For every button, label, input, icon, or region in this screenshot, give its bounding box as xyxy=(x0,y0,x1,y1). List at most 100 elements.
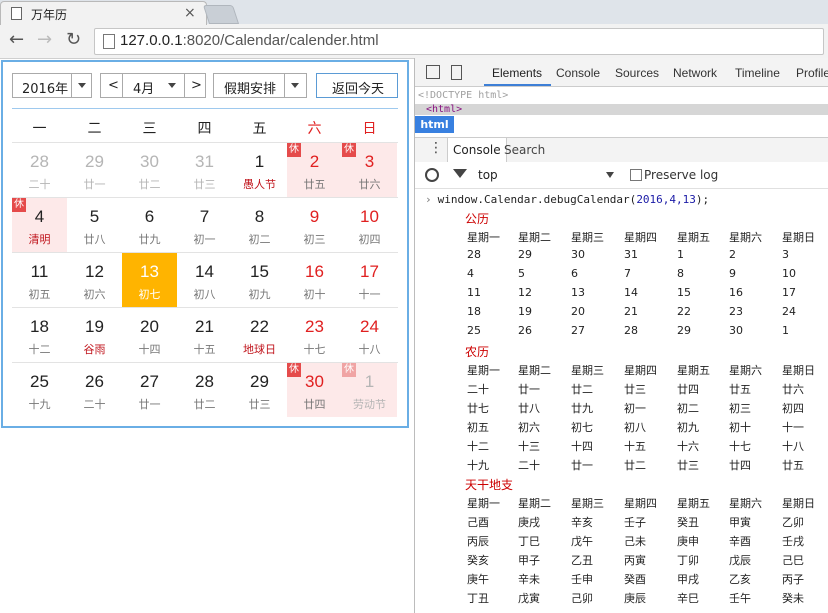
filter-icon[interactable] xyxy=(453,169,467,178)
tab-network[interactable]: Network xyxy=(673,66,717,80)
console-table-cell: 十七 xyxy=(729,440,751,453)
calendar-day-cell[interactable]: 17 十一 xyxy=(342,253,397,307)
tab-console[interactable]: Console xyxy=(556,66,600,80)
console-table-cell: 星期一 xyxy=(467,231,500,244)
inspect-element-icon[interactable] xyxy=(426,65,440,79)
day-number: 31 xyxy=(195,152,214,171)
calendar-day-cell[interactable]: 6 廿九 xyxy=(122,198,177,252)
calendar-day-cell[interactable]: 18 十二 xyxy=(12,308,67,362)
calendar-day-cell[interactable]: 22 地球日 xyxy=(232,308,287,362)
drawer-tab-search[interactable]: Search xyxy=(504,138,545,162)
console-table-cell: 20 xyxy=(571,305,585,318)
calendar-day-cell[interactable]: 14 初八 xyxy=(177,253,232,307)
weekday-header: 一 xyxy=(32,121,47,137)
console-section-title: 天干地支 xyxy=(465,478,514,492)
clear-console-icon[interactable] xyxy=(425,168,439,182)
close-tab-icon[interactable]: × xyxy=(184,5,196,21)
calendar-day-cell[interactable]: 30 廿二 xyxy=(122,143,177,197)
back-arrow-icon[interactable]: ← xyxy=(9,31,24,49)
console-table-cell: 壬申 xyxy=(571,573,593,586)
calendar-day-cell[interactable]: 3 廿六休 xyxy=(342,143,397,197)
console-table-cell: 星期三 xyxy=(571,364,604,377)
page-info-icon[interactable] xyxy=(103,34,115,49)
calendar-day-cell[interactable]: 21 十五 xyxy=(177,308,232,362)
breadcrumb[interactable]: html xyxy=(415,116,454,133)
calendar-day-cell[interactable]: 13 初七 xyxy=(122,253,177,307)
html-node[interactable]: <html> xyxy=(426,104,462,115)
console-table-cell: 星期日 xyxy=(782,497,815,510)
tab-elements[interactable]: Elements xyxy=(492,66,542,80)
back-to-today-button[interactable]: 返回今天 xyxy=(316,73,398,98)
day-number: 6 xyxy=(144,207,155,226)
month-select[interactable]: 4月 xyxy=(133,78,154,97)
divider xyxy=(71,74,72,97)
calendar-day-cell[interactable]: 29 廿三 xyxy=(232,363,287,417)
browser-tab[interactable]: 万年历 × xyxy=(0,1,207,25)
calendar-day-cell[interactable]: 8 初二 xyxy=(232,198,287,252)
context-select[interactable]: top xyxy=(478,168,498,182)
console-table-cell: 乙亥 xyxy=(729,573,751,586)
elements-tree: <!DOCTYPE html> <html> xyxy=(415,87,828,133)
preserve-log-checkbox[interactable] xyxy=(630,169,642,181)
lunar-date: 十八 xyxy=(358,343,381,356)
console-table-cell: 廿八 xyxy=(518,402,540,415)
calendar-day-cell[interactable]: 15 初九 xyxy=(232,253,287,307)
lunar-date: 初十 xyxy=(303,288,326,301)
calendar-day-cell[interactable]: 19 谷雨 xyxy=(67,308,122,362)
calendar-day-cell[interactable]: 7 初一 xyxy=(177,198,232,252)
drawer-tab-console[interactable]: Console xyxy=(447,138,507,162)
calendar-day-cell[interactable]: 28 廿二 xyxy=(177,363,232,417)
drawer-toolbar: ⋮ Console Search xyxy=(415,137,828,163)
divider xyxy=(284,74,285,97)
doctype-node[interactable]: <!DOCTYPE html> xyxy=(418,90,508,101)
calendar-day-cell[interactable]: 24 十八 xyxy=(342,308,397,362)
holiday-select[interactable]: 假期安排 xyxy=(213,73,307,98)
console-table-cell: 星期五 xyxy=(677,497,710,510)
calendar-day-cell[interactable]: 1 劳动节休 xyxy=(342,363,397,417)
calendar-day-cell[interactable]: 23 十七 xyxy=(287,308,342,362)
calendar-day-cell[interactable]: 1 愚人节 xyxy=(232,143,287,197)
calendar-day-cell[interactable]: 25 十九 xyxy=(12,363,67,417)
calendar-day-cell[interactable]: 16 初十 xyxy=(287,253,342,307)
calendar-day-cell[interactable]: 12 初六 xyxy=(67,253,122,307)
console-table-cell: 己未 xyxy=(624,535,646,548)
chevron-down-icon[interactable] xyxy=(606,172,614,178)
calendar-day-cell[interactable]: 20 十四 xyxy=(122,308,177,362)
new-tab-button[interactable] xyxy=(202,5,240,24)
lunar-date: 十四 xyxy=(138,343,161,356)
tab-profiles[interactable]: Profile xyxy=(796,66,828,80)
console-table-cell: 己酉 xyxy=(467,516,489,529)
console-table-cell: 乙卯 xyxy=(782,516,804,529)
calendar-day-cell[interactable]: 30 廿四休 xyxy=(287,363,342,417)
next-month-button[interactable]: > xyxy=(191,78,202,93)
lunar-date: 清明 xyxy=(28,233,51,246)
calendar-day-cell[interactable]: 9 初三 xyxy=(287,198,342,252)
more-menu-icon[interactable]: ⋮ xyxy=(429,140,443,156)
calendar-day-cell[interactable]: 11 初五 xyxy=(12,253,67,307)
tab-timeline[interactable]: Timeline xyxy=(735,66,780,80)
calendar-day-cell[interactable]: 29 廿一 xyxy=(67,143,122,197)
console-table-cell: 星期四 xyxy=(624,231,657,244)
console-table-cell: 7 xyxy=(624,267,631,280)
forward-arrow-icon[interactable]: → xyxy=(37,31,52,49)
calendar-day-cell[interactable]: 28 二十 xyxy=(12,143,67,197)
device-mode-icon[interactable] xyxy=(451,65,462,80)
calendar-day-cell[interactable]: 10 初四 xyxy=(342,198,397,252)
calendar-day-cell[interactable]: 26 二十 xyxy=(67,363,122,417)
console-table-cell: 星期五 xyxy=(677,364,710,377)
calendar-day-cell[interactable]: 5 廿八 xyxy=(67,198,122,252)
lunar-date: 廿四 xyxy=(303,398,326,411)
calendar-day-cell[interactable]: 31 廿三 xyxy=(177,143,232,197)
command-suffix: ); xyxy=(695,193,710,206)
lunar-date: 廿三 xyxy=(193,178,216,191)
reload-icon[interactable]: ↻ xyxy=(66,31,81,49)
calendar-day-cell[interactable]: 4 清明休 xyxy=(12,198,67,252)
year-select[interactable]: 2016年 xyxy=(12,73,92,98)
tab-sources[interactable]: Sources xyxy=(615,66,659,80)
address-bar[interactable]: 127.0.0.1:8020/Calendar/calender.html xyxy=(94,28,824,55)
console-table-row: 十二 十三 十四 十五 十六 十七 十八 xyxy=(467,438,828,457)
console-table-cell: 17 xyxy=(782,286,796,299)
prev-month-button[interactable]: < xyxy=(108,78,119,93)
calendar-day-cell[interactable]: 27 廿一 xyxy=(122,363,177,417)
calendar-day-cell[interactable]: 2 廿五休 xyxy=(287,143,342,197)
